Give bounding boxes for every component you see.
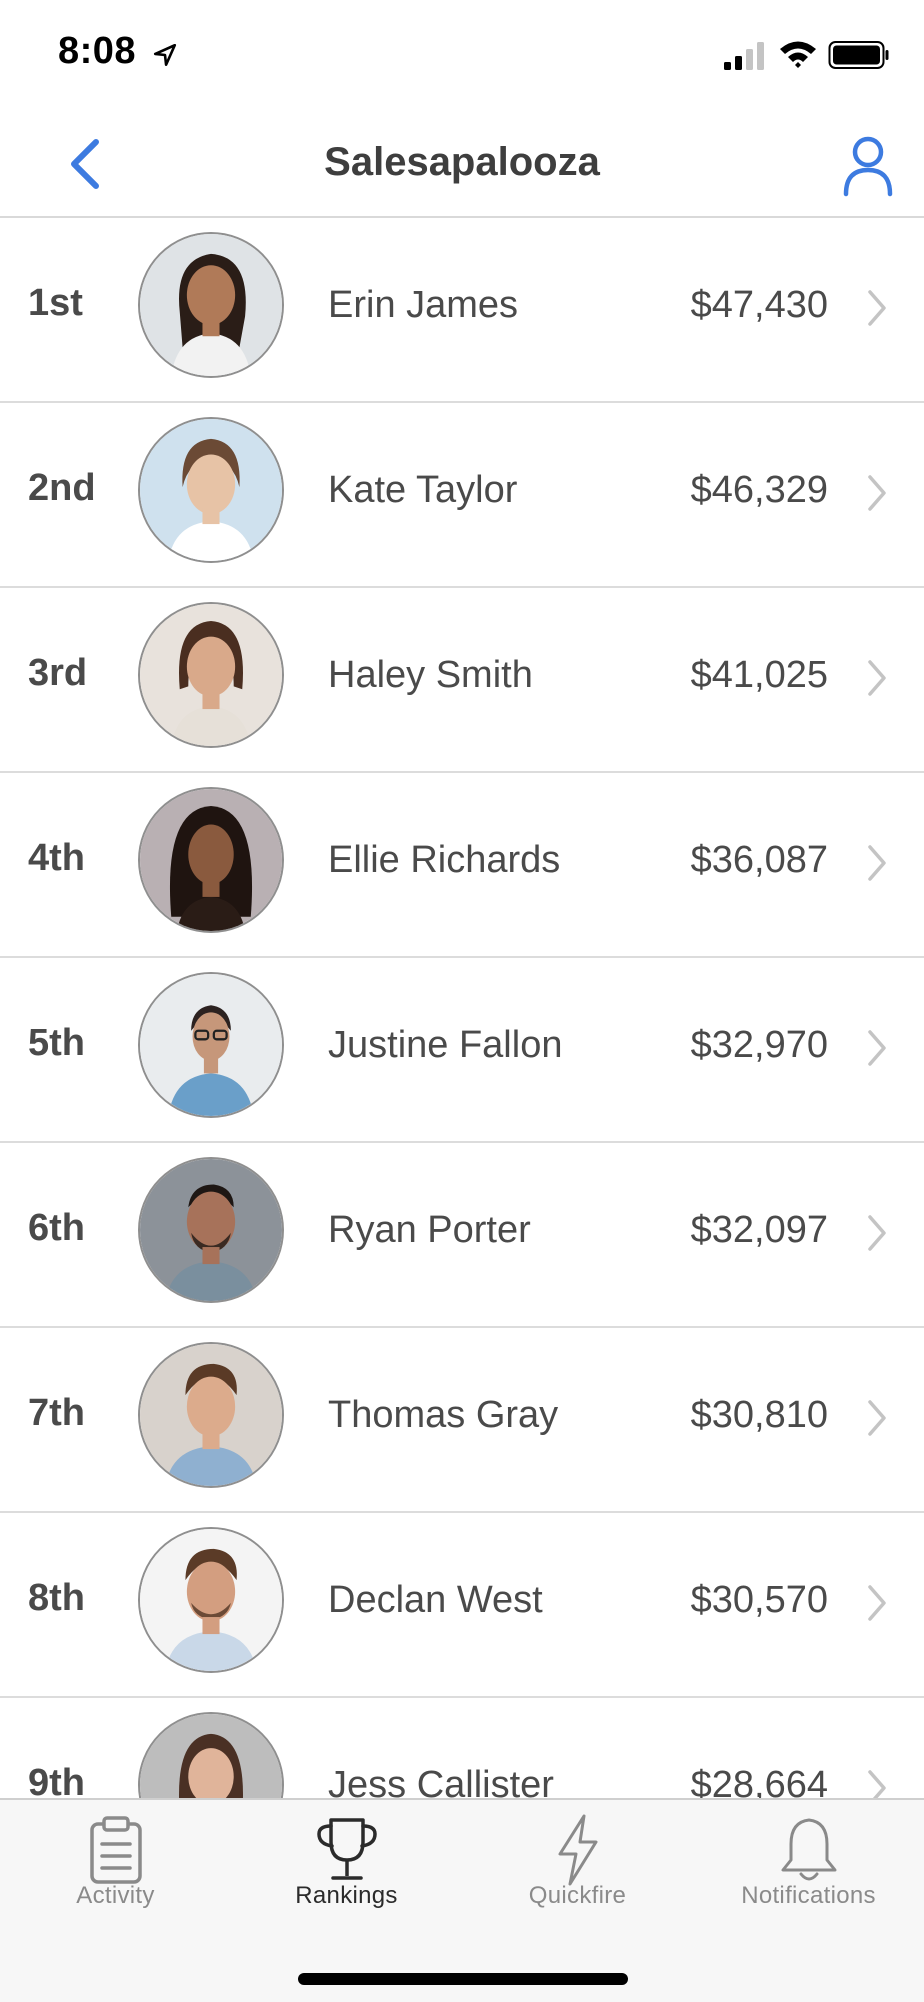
chevron-right-icon: [868, 290, 886, 326]
avatar-photo: [140, 234, 282, 376]
trophy-icon: [316, 1818, 377, 1880]
rank-name: Haley Smith: [328, 654, 533, 696]
avatar: [138, 1342, 284, 1488]
ranking-row[interactable]: 8th Declan West $30,570: [0, 1513, 924, 1698]
avatar-photo: [140, 1159, 282, 1301]
ranking-row[interactable]: 6th Ryan Porter $32,097: [0, 1143, 924, 1328]
chevron-right-icon: [868, 845, 886, 881]
tab-quickfire[interactable]: Quickfire: [462, 1800, 693, 1920]
rank-name: Thomas Gray: [328, 1394, 559, 1436]
avatar: [138, 417, 284, 563]
rankings-list: 1st Erin James $47,430 2nd Kate Taylor $…: [0, 218, 924, 1798]
avatar: [138, 1157, 284, 1303]
ranking-row[interactable]: 7th Thomas Gray $30,810: [0, 1328, 924, 1513]
avatar-photo: [140, 604, 282, 746]
chevron-right-icon: [868, 1215, 886, 1251]
rank-position: 6th: [28, 1207, 85, 1249]
tab-bar: Activity Rankings Quickfire Notification…: [0, 1798, 924, 2002]
ranking-row[interactable]: 4th Ellie Richards $36,087: [0, 773, 924, 958]
avatar: [138, 787, 284, 933]
rank-name: Ryan Porter: [328, 1209, 531, 1251]
ranking-row[interactable]: 9th Jess Callister $28,664: [0, 1698, 924, 1798]
rank-amount: $47,430: [690, 284, 828, 326]
rank-name: Justine Fallon: [328, 1024, 563, 1066]
profile-person-icon[interactable]: [840, 134, 896, 198]
rank-position: 8th: [28, 1577, 85, 1619]
rank-position: 5th: [28, 1022, 85, 1064]
wifi-icon: [780, 41, 816, 68]
rank-amount: $41,025: [690, 654, 828, 696]
rank-amount: $30,570: [690, 1579, 828, 1621]
battery-icon: [828, 41, 889, 69]
avatar-photo: [140, 974, 282, 1116]
tab-notifications[interactable]: Notifications: [693, 1800, 924, 1920]
chevron-right-icon: [868, 1585, 886, 1621]
avatar: [138, 1527, 284, 1673]
chevron-right-icon: [868, 1770, 886, 1798]
rank-position: 9th: [28, 1762, 85, 1798]
rank-name: Ellie Richards: [328, 839, 561, 881]
status-time: 8:08: [58, 30, 137, 72]
page-title: Salesapalooza: [324, 140, 600, 184]
rank-name: Kate Taylor: [328, 469, 518, 511]
rank-amount: $32,097: [690, 1209, 828, 1251]
avatar-photo: [140, 419, 282, 561]
rank-name: Declan West: [328, 1579, 543, 1621]
navigation-bar: Salesapalooza: [0, 110, 924, 218]
bell-icon: [781, 1818, 836, 1881]
rank-name: Jess Callister: [328, 1764, 554, 1798]
tab-label-quickfire: Quickfire: [528, 1882, 627, 1909]
ranking-row[interactable]: 3rd Haley Smith $41,025: [0, 588, 924, 773]
lightning-icon: [558, 1814, 597, 1886]
rank-position: 2nd: [28, 467, 96, 509]
status-bar: 8:08: [0, 0, 924, 110]
avatar-photo: [140, 1344, 282, 1486]
ranking-row[interactable]: 2nd Kate Taylor $46,329: [0, 403, 924, 588]
home-indicator[interactable]: [298, 1973, 628, 1985]
rank-amount: $32,970: [690, 1024, 828, 1066]
avatar: [138, 972, 284, 1118]
rank-amount: $46,329: [690, 469, 828, 511]
avatar-photo: [140, 1529, 282, 1671]
rank-position: 4th: [28, 837, 85, 879]
avatar: [138, 232, 284, 378]
tab-label-activity: Activity: [76, 1882, 155, 1909]
chevron-right-icon: [868, 1400, 886, 1436]
avatar: [138, 602, 284, 748]
rank-position: 7th: [28, 1392, 85, 1434]
chevron-right-icon: [868, 660, 886, 696]
ranking-row[interactable]: 1st Erin James $47,430: [0, 218, 924, 403]
chevron-right-icon: [868, 1030, 886, 1066]
rank-amount: $36,087: [690, 839, 828, 881]
chevron-right-icon: [868, 475, 886, 511]
clipboard-icon: [89, 1816, 142, 1884]
tab-activity[interactable]: Activity: [0, 1800, 231, 1920]
rank-amount: $28,664: [690, 1764, 828, 1798]
tab-label-notifications: Notifications: [741, 1882, 876, 1909]
avatar-photo: [140, 789, 282, 931]
location-arrow-icon: [153, 43, 177, 67]
rank-position: 1st: [28, 282, 83, 324]
rank-amount: $30,810: [690, 1394, 828, 1436]
tab-label-rankings: Rankings: [295, 1882, 398, 1909]
cellular-signal-icon: [724, 42, 764, 70]
avatar: [138, 1712, 284, 1798]
rank-position: 3rd: [28, 652, 88, 694]
tab-rankings[interactable]: Rankings: [231, 1800, 462, 1920]
ranking-row[interactable]: 5th Justine Fallon $32,970: [0, 958, 924, 1143]
avatar-photo: [140, 1714, 282, 1798]
rank-name: Erin James: [328, 284, 519, 326]
